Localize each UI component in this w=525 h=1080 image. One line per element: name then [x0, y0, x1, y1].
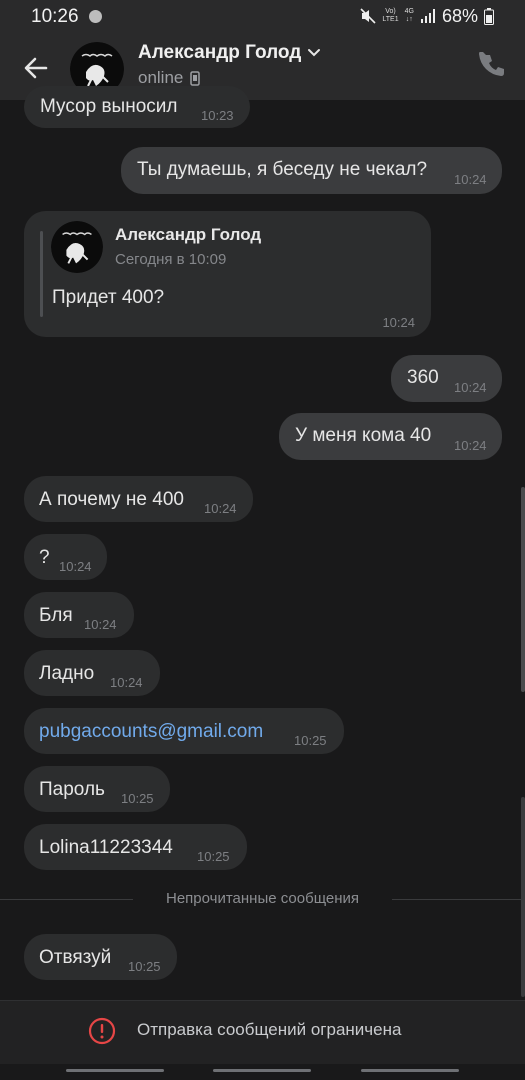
message-time: 10:24 [454, 380, 487, 395]
message-time: 10:24 [454, 438, 487, 453]
message-text: Отвязуй [39, 947, 112, 968]
mobile-device-icon [190, 70, 201, 86]
signal-icon [420, 9, 435, 23]
status-time: 10:26 [31, 6, 79, 27]
message-text: ? [39, 547, 50, 568]
message-bubble[interactable]: А почему не 400 10:24 [24, 476, 253, 522]
battery-percent: 68% [441, 5, 478, 26]
message-time: 10:25 [128, 959, 161, 974]
message-text: Мусор выносил [40, 96, 178, 117]
notification-dot-icon [89, 10, 102, 23]
message-bubble[interactable]: pubgaccounts@gmail.com 10:25 [24, 708, 344, 754]
forwarded-message-bubble[interactable]: Александр Голод Сегодня в 10:09 Придет 4… [24, 211, 431, 337]
message-bubble[interactable]: Lolina11223344 10:25 [24, 824, 247, 870]
restriction-banner: Отправка сообщений ограничена [0, 1000, 525, 1064]
scrollbar[interactable] [521, 487, 525, 692]
alert-circle-icon [88, 1017, 116, 1045]
avatar-image [51, 221, 103, 273]
online-status: online [138, 68, 184, 87]
message-time: 10:25 [121, 791, 154, 806]
message-text: У меня кома 40 [295, 425, 432, 446]
forwarded-date: Сегодня в 10:09 [115, 251, 227, 268]
scrollbar-track [521, 797, 525, 997]
call-icon[interactable] [479, 52, 507, 80]
avatar [51, 221, 103, 273]
message-time: 10:24 [110, 675, 143, 690]
contact-name-row[interactable]: Александр Голод [138, 42, 321, 64]
lte-label: LTE1 [382, 16, 399, 23]
battery-icon [484, 7, 494, 25]
message-time: 10:24 [84, 617, 117, 632]
message-text: 360 [407, 367, 439, 388]
message-bubble[interactable]: Отвязуй 10:25 [24, 934, 177, 980]
network-gen-indicator: 4G ↓↑ [405, 8, 414, 24]
message-bubble[interactable]: Пароль 10:25 [24, 766, 170, 812]
nav-back-button[interactable] [361, 1069, 459, 1072]
message-text: Ладно [39, 663, 95, 684]
message-text: А почему не 400 [39, 489, 184, 510]
nav-recent-button[interactable] [66, 1069, 164, 1072]
message-text: Ты думаешь, я беседу не чекал? [137, 159, 428, 180]
message-time: 10:25 [294, 733, 327, 748]
message-bubble[interactable]: Мусор выносил 10:23 [24, 86, 250, 128]
nav-home-button[interactable] [213, 1069, 311, 1072]
quote-bar [40, 231, 43, 317]
message-text: Пароль [39, 779, 105, 800]
message-text: Lolina11223344 [39, 837, 173, 858]
mute-icon [360, 8, 376, 24]
data-arrows-icon: ↓↑ [405, 16, 413, 23]
message-time: 10:24 [204, 501, 237, 516]
system-nav-bar [0, 1064, 525, 1080]
message-time: 10:23 [201, 108, 234, 123]
message-bubble[interactable]: Ладно 10:24 [24, 650, 160, 696]
email-link[interactable]: pubgaccounts@gmail.com [39, 721, 263, 743]
message-text: Бля [39, 605, 73, 626]
status-bar: 10:26 Vo) LTE1 4G ↓↑ 68% [0, 0, 525, 34]
message-time: 10:24 [59, 559, 92, 574]
contact-name: Александр Голод [138, 42, 302, 63]
forwarded-text: Придет 400? [52, 287, 165, 308]
message-bubble[interactable]: Ты думаешь, я беседу не чекал? 10:24 [121, 147, 502, 194]
contact-status-row: online [138, 68, 201, 88]
message-time: 10:25 [197, 849, 230, 864]
back-arrow-icon[interactable] [20, 52, 52, 84]
restriction-text: Отправка сообщений ограничена [137, 1020, 402, 1039]
message-bubble[interactable]: 360 10:24 [391, 355, 502, 402]
message-bubble[interactable]: У меня кома 40 10:24 [279, 413, 502, 460]
message-bubble[interactable]: ? 10:24 [24, 534, 107, 580]
message-time: 10:24 [382, 315, 415, 330]
network-gen-label: 4G [404, 8, 414, 15]
chevron-down-icon [308, 49, 321, 57]
volte-label: Vo) [385, 8, 396, 15]
message-bubble[interactable]: Бля 10:24 [24, 592, 134, 638]
unread-divider-right [392, 899, 525, 900]
status-indicators: Vo) LTE1 4G ↓↑ 68% [360, 5, 494, 27]
volte-indicator: Vo) LTE1 [382, 8, 398, 24]
message-time: 10:24 [454, 172, 487, 187]
forwarded-author: Александр Голод [115, 225, 262, 244]
